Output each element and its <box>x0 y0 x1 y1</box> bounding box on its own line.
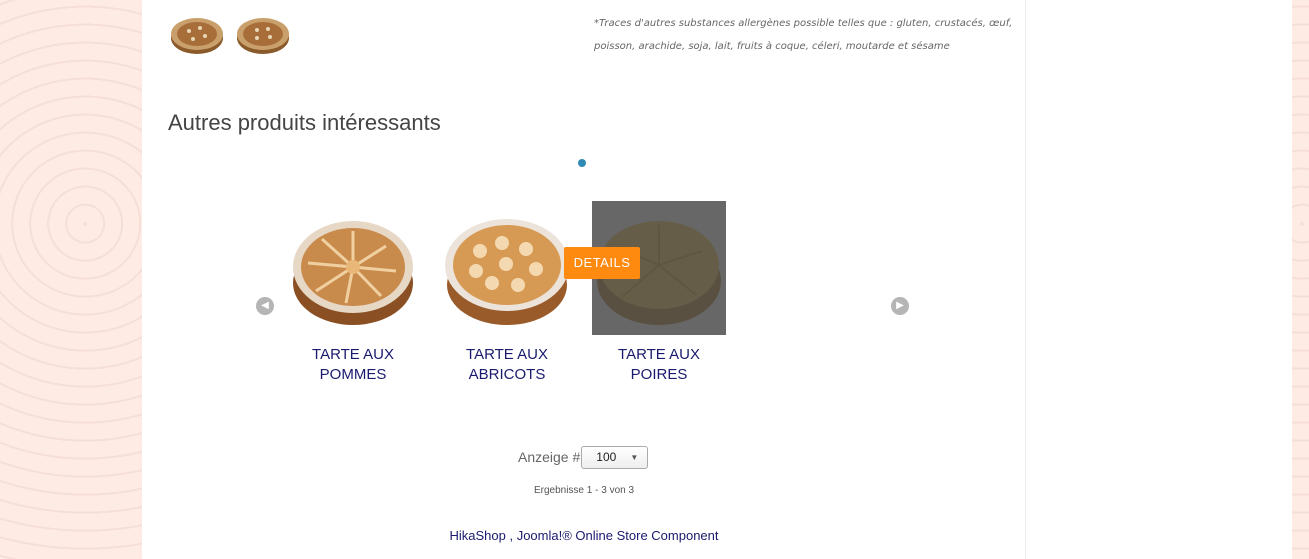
carousel-next-button[interactable]: ▶ <box>891 297 909 315</box>
product-name-link[interactable]: TARTE AUX ABRICOTS <box>440 345 574 385</box>
carousel-pager-dot[interactable] <box>578 159 586 167</box>
chevron-right-icon: ▶ <box>896 300 904 311</box>
page-content: *Traces d'autres substances allergènes p… <box>142 0 1292 559</box>
limit-select[interactable]: 100 ▼ <box>581 445 649 469</box>
product-thumbnail[interactable] <box>235 12 291 56</box>
allergen-note: *Traces d'autres substances allergènes p… <box>594 18 1013 52</box>
background-decoration-left <box>0 0 142 559</box>
chevron-down-icon: ▼ <box>630 452 639 462</box>
limit-label: Anzeige # <box>518 449 581 465</box>
result-count: Ergebnisse 1 - 3 von 3 <box>533 485 635 496</box>
details-button[interactable]: DETAILS <box>564 247 640 279</box>
hikashop-footer-link[interactable]: HikaShop , Joomla!® Online Store Compone… <box>142 528 1026 543</box>
product-name-link[interactable]: TARTE AUX POMMES <box>286 345 420 385</box>
product-image[interactable] <box>440 201 574 335</box>
product-name-link[interactable]: TARTE AUX POIRES <box>592 345 726 385</box>
related-products-title: Autres produits intéressants <box>168 110 441 135</box>
product-thumbnail[interactable] <box>169 12 225 56</box>
chevron-left-icon: ◀ <box>261 300 269 311</box>
carousel-prev-button[interactable]: ◀ <box>256 297 274 315</box>
main-column: *Traces d'autres substances allergènes p… <box>142 0 1026 559</box>
pagination-limit: Anzeige # 100 ▼ <box>518 445 649 469</box>
limit-select-value: 100 <box>596 449 617 464</box>
background-decoration-right <box>1292 0 1309 559</box>
product-image[interactable] <box>286 201 420 335</box>
